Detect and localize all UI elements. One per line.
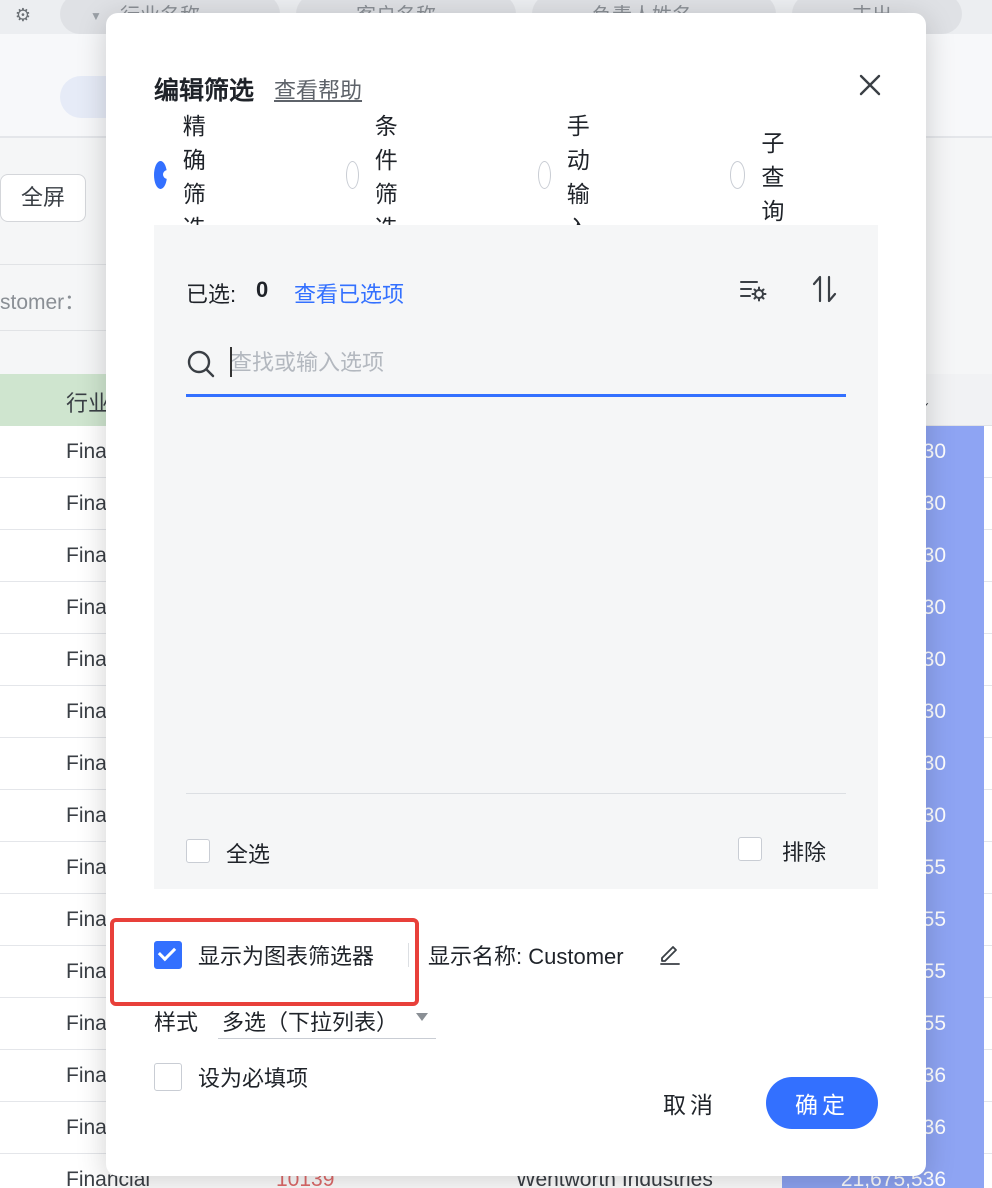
exclude-checkbox[interactable]	[738, 837, 762, 861]
caret-down-icon	[416, 1013, 428, 1021]
sort-icon[interactable]	[810, 273, 840, 305]
cell-industry: Fina	[66, 648, 107, 671]
dialog-title: 编辑筛选	[154, 77, 255, 105]
style-dropdown[interactable]: 多选（下拉列表）	[218, 999, 436, 1039]
fullscreen-button[interactable]: 全屏	[0, 174, 86, 222]
table-header-industry[interactable]: 行业	[66, 386, 110, 418]
radio-label: 条件筛选	[374, 113, 398, 241]
required-checkbox[interactable]	[154, 1063, 182, 1091]
radio-dot	[346, 161, 359, 189]
cell-industry: Fina	[66, 960, 107, 983]
separator	[408, 943, 409, 967]
radio-dot	[730, 161, 746, 189]
pencil-icon[interactable]	[658, 941, 682, 965]
select-all-label: 全选	[226, 842, 271, 867]
search-icon	[186, 349, 216, 379]
help-link[interactable]: 查看帮助	[274, 73, 362, 105]
edit-filter-dialog: 编辑筛选 查看帮助 精确筛选 条件筛选 手动输入 子查询 已选: 0 查看已选项	[106, 13, 926, 1176]
cell-industry: Fina	[66, 804, 107, 827]
radio-exact-filter[interactable]: 精确筛选	[154, 113, 221, 241]
radio-label: 子查询	[761, 130, 785, 224]
options-panel: 已选: 0 查看已选项 全选 排除	[154, 225, 878, 889]
search-input[interactable]	[230, 345, 830, 381]
customer-filter-label: stomer：	[0, 291, 86, 314]
confirm-button[interactable]: 确定	[766, 1077, 878, 1129]
text-caret	[230, 347, 232, 377]
radio-manual-input[interactable]: 手动输入	[538, 113, 605, 241]
required-label: 设为必填项	[198, 1066, 309, 1091]
cell-industry: Fina	[66, 752, 107, 775]
gear-icon[interactable]: ⚙	[12, 4, 34, 26]
divider	[0, 330, 110, 331]
radio-dot	[538, 161, 551, 189]
divider	[0, 264, 110, 265]
style-label: 样式	[154, 1010, 199, 1035]
selected-count: 0	[256, 277, 269, 302]
cell-industry: Fina	[66, 440, 107, 463]
cell-industry: Fina	[66, 908, 107, 931]
cell-industry: Fina	[66, 1064, 107, 1087]
cell-industry: Fina	[66, 596, 107, 619]
show-as-chart-filter-label: 显示为图表筛选器	[198, 944, 375, 969]
view-selected-link[interactable]: 查看已选项	[294, 277, 404, 309]
exclude-label: 排除	[782, 840, 827, 865]
close-icon[interactable]	[854, 69, 886, 101]
radio-label: 精确筛选	[182, 113, 206, 241]
list-settings-icon[interactable]	[738, 275, 768, 305]
cell-industry: Fina	[66, 856, 107, 879]
style-dropdown-value: 多选（下拉列表）	[222, 1010, 399, 1035]
show-as-chart-filter-checkbox[interactable]	[154, 941, 182, 969]
panel-divider	[186, 793, 846, 794]
cell-industry: Fina	[66, 544, 107, 567]
radio-subquery[interactable]: 子查询	[730, 130, 797, 224]
cancel-button[interactable]: 取消	[646, 1077, 734, 1129]
cell-industry: Fina	[66, 1116, 107, 1139]
search-box	[186, 333, 846, 397]
radio-label: 手动输入	[566, 113, 590, 241]
display-name-label: 显示名称: Customer	[428, 944, 624, 969]
radio-dot	[154, 161, 172, 189]
selected-label: 已选:	[186, 282, 237, 307]
cell-industry: Fina	[66, 492, 107, 515]
cell-industry: Fina	[66, 1012, 107, 1035]
cell-industry: Fina	[66, 700, 107, 723]
radio-condition-filter[interactable]: 条件筛选	[346, 113, 413, 241]
select-all-checkbox[interactable]	[186, 839, 210, 863]
